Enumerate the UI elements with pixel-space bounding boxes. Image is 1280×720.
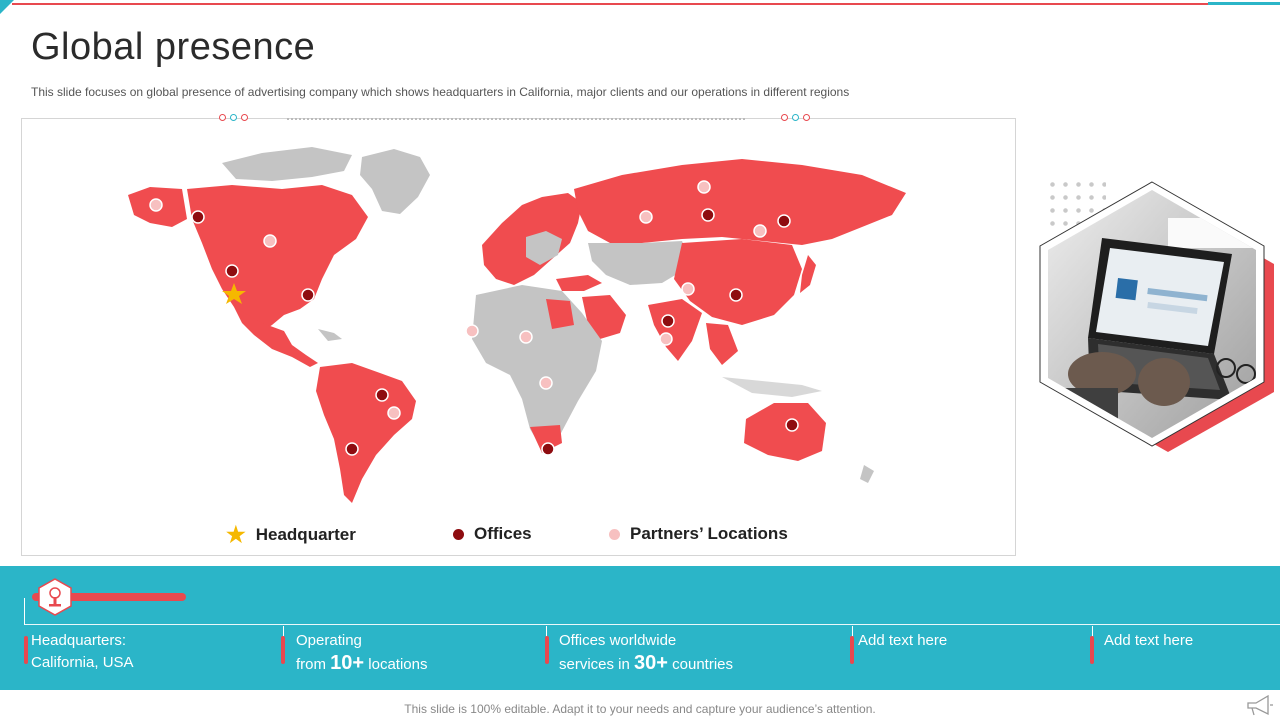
award-icon [38,578,72,616]
highlight-prefix: services in [559,656,635,673]
partner-marker [149,198,163,212]
dot-icon [453,528,464,540]
highlight-marker [281,636,285,664]
highlight-marker [850,636,854,664]
highlight-placeholder-2: Add text here [1104,630,1193,652]
map-indonesia [722,377,822,397]
map-south-america [316,363,416,503]
map-caribbean [318,329,342,341]
legend-partners-label: Partners’ Locations [630,524,788,543]
highlight-offices: Offices worldwide services in 30+ countr… [559,630,733,676]
legend-headquarter: ★ Headquarter [226,524,356,546]
highlight-marker [24,636,28,664]
highlight-number: 30+ [634,652,668,674]
office-marker [729,288,743,302]
legend-headquarter-label: Headquarter [255,525,356,544]
map-arctic-islands [222,147,352,181]
timeline-start-line [24,598,25,625]
world-map-frame: ★ Headquarter Offices Partners’ Location… [21,114,1016,556]
highlight-line: California, USA [31,654,134,671]
highlight-line: services in 30+ countries [559,652,733,676]
office-marker [661,314,675,328]
highlight-marker [1090,636,1094,664]
partner-marker [519,330,533,344]
partner-marker [539,376,553,390]
office-marker [191,210,205,224]
highlight-line: Add text here [858,632,948,649]
highlight-operating: Operating from 10+ locations [296,630,427,676]
map-russia [574,159,906,245]
highlight-placeholder-1: Add text here [858,630,947,652]
map-se-asia [706,323,738,365]
highlight-line: from 10+ locations [296,652,427,676]
partner-marker [659,332,673,346]
partner-marker [639,210,653,224]
page-title: Global presence [31,26,316,68]
partner-marker [697,180,711,194]
map-australia [744,403,826,461]
office-marker [225,264,239,278]
office-marker [301,288,315,302]
legend-offices-label: Offices [474,524,532,543]
legend-partners: Partners’ Locations [609,524,788,544]
partner-marker [263,234,277,248]
map-turkey [556,275,602,291]
laptop-photo-hexagon [1039,181,1274,452]
highlight-marker [545,636,549,664]
highlight-line: Headquarters: [31,632,127,649]
map-north-america [187,185,368,333]
star-icon: ★ [226,522,246,547]
highlight-line: Add text here [1104,632,1194,649]
highlight-number: 10+ [330,652,365,674]
highlight-line: Offices worldwide [559,632,677,649]
legend-offices: Offices [453,524,532,544]
map-africa [472,285,602,449]
highlights-band: Headquarters: California, USA Operating … [0,566,1280,690]
timeline-line [24,624,1280,625]
office-marker [777,214,791,228]
highlight-headquarters: Headquarters: California, USA [31,630,134,674]
highlight-line: Operating [296,632,362,649]
map-japan [800,255,816,293]
partner-marker [465,324,479,338]
page-subtitle: This slide focuses on global presence of… [31,85,850,99]
office-marker [345,442,359,456]
partner-marker [753,224,767,238]
highlight-prefix: from [296,656,331,673]
world-map [128,147,906,503]
map-new-zealand [860,465,874,483]
dot-icon [609,528,620,540]
office-marker [701,208,715,222]
office-marker [785,418,799,432]
partner-marker [387,406,401,420]
highlight-suffix: countries [667,656,734,673]
top-rule-teal [1208,2,1280,5]
megaphone-icon [1247,694,1273,716]
office-marker [375,388,389,402]
partner-marker [681,282,695,296]
top-rule-red [12,3,1208,5]
map-greenland [360,149,430,214]
footer-note: This slide is 100% editable. Adapt it to… [404,702,876,716]
highlight-suffix: locations [364,656,428,673]
office-marker [541,442,555,456]
map-india [648,299,702,361]
